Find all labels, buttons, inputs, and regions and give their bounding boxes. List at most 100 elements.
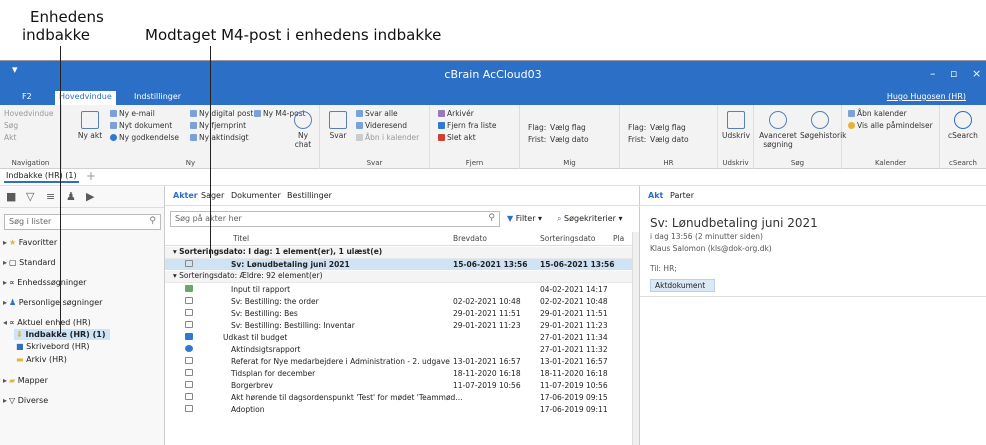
group-csearch: cSearch cSearch: [940, 105, 986, 169]
tab-f2[interactable]: F2: [18, 91, 36, 102]
tab-akter[interactable]: Akter: [173, 191, 198, 200]
list-row[interactable]: Udkast til budget 27-01-2021 11:34: [165, 332, 635, 343]
list-icon[interactable]: ≡: [46, 190, 55, 203]
search-criteria-button[interactable]: ⌕ Søgekriterier ▾: [557, 214, 623, 224]
ny-email-button[interactable]: Ny e-mail: [110, 109, 155, 118]
group-label-fjern: Fjern: [465, 159, 484, 167]
vis-alle-pamindelser-button[interactable]: Vis alle påmindelser: [848, 121, 933, 130]
list-search-input[interactable]: Søg i lister ⚲: [4, 214, 161, 230]
list-row[interactable]: Akt hørende til dagsordenspunkt 'Test' f…: [165, 392, 635, 403]
abn-kalender-button[interactable]: Åbn kalender: [848, 109, 907, 118]
csearch-button[interactable]: cSearch: [946, 111, 980, 140]
nav-favoritter[interactable]: ▸ ★ Favoritter: [3, 238, 57, 247]
ny-chat-button[interactable]: Ny chat: [290, 111, 316, 149]
nav-diverse[interactable]: ▸ ▽ Diverse: [3, 396, 48, 405]
annotation-unit-inbox-line2: indbakke: [22, 26, 90, 44]
group-row-older[interactable]: ▾ Sorteringsdato: Ældre: 92 element(er): [165, 271, 635, 283]
ny-godkendelse-button[interactable]: Ny godkendelse: [110, 133, 179, 142]
tab-akt[interactable]: Akt: [648, 191, 663, 200]
arkiver-button[interactable]: Arkivér: [438, 109, 474, 118]
nav-hovedvindue[interactable]: Hovedvindue: [4, 109, 53, 118]
list-row[interactable]: Referat for Nye medarbejdere i Administr…: [165, 356, 635, 367]
group-label-navigation: Navigation: [11, 159, 50, 167]
nav-enhedssogninger[interactable]: ▸ ∝ Enhedssøgninger: [3, 278, 86, 287]
tab-dokumenter[interactable]: Dokumenter: [231, 191, 281, 200]
group-label-hr: HR: [663, 159, 674, 167]
calendar-icon: [848, 110, 855, 117]
nav-arkiv-hr[interactable]: ▬ Arkiv (HR): [16, 355, 67, 364]
ny-fjernprint-button[interactable]: Ny fjernprint: [190, 121, 246, 130]
group-hr: Flag: Vælg flag Frist: Vælg dato HR: [620, 105, 718, 169]
slet-akt-button[interactable]: Slet akt: [438, 133, 476, 142]
close-icon[interactable]: ×: [972, 67, 981, 80]
udskriv-button[interactable]: Udskriv: [722, 111, 750, 140]
nav-indbakke-hr[interactable]: ⬇ Indbakke (HR) (1): [14, 329, 110, 340]
mig-flag-dropdown[interactable]: Vælg flag: [550, 123, 586, 132]
add-tab-icon[interactable]: +: [86, 169, 96, 183]
list-scrollbar[interactable]: [632, 232, 639, 445]
calendar-icon: [356, 134, 363, 141]
nav-skrivebord-hr[interactable]: ■ Skrivebord (HR): [16, 342, 90, 351]
group-row-today[interactable]: ▾ Sorteringsdato: I dag: 1 element(er), …: [165, 247, 635, 259]
preview-from[interactable]: Klaus Salomon (kls@dok-org.dk): [650, 244, 772, 253]
folder-icon: ▰: [9, 376, 16, 385]
tab-hovedvindue[interactable]: Hovedvindue: [55, 91, 116, 105]
hr-frist-picker[interactable]: Vælg dato: [650, 135, 689, 144]
export-icon[interactable]: ▶: [86, 190, 94, 203]
list-row-selected[interactable]: Sv: Lønudbetaling juni 2021 15-06-2021 13…: [165, 259, 635, 270]
filter-icon[interactable]: ▽: [26, 190, 34, 203]
preview-scrollbar[interactable]: [974, 326, 986, 445]
sogehistorik-button[interactable]: Søgehistorik: [800, 111, 847, 140]
tab-indbakke-hr[interactable]: Indbakke (HR) (1): [4, 171, 79, 183]
col-brevdato[interactable]: Brevdato: [453, 234, 487, 243]
ny-aktindsigt-button[interactable]: Ny aktindsigt: [190, 133, 249, 142]
nav-akt[interactable]: Akt: [4, 133, 16, 142]
filter-button[interactable]: ▼ Filter ▾: [507, 214, 542, 223]
avanceret-sogning-button[interactable]: Avanceret søgning: [758, 111, 798, 149]
col-titel[interactable]: Titel: [233, 234, 249, 243]
list-row[interactable]: Aktindsigtsrapport 27-01-2021 11:32: [165, 344, 635, 355]
nav-aktuel-enhed[interactable]: ◂ ∝ Aktuel enhed (HR): [3, 318, 91, 327]
akter-search-input[interactable]: Søg på akter her ⚲: [170, 211, 500, 227]
hr-flag-dropdown[interactable]: Vælg flag: [650, 123, 686, 132]
col-pla[interactable]: Pla: [613, 234, 624, 243]
svar-alle-button[interactable]: Svar alle: [356, 109, 398, 118]
list-row[interactable]: Sv: Bestilling: Bes 29-01-2021 11:51 29-01…: [165, 308, 635, 319]
svar-button[interactable]: Svar: [326, 111, 350, 140]
nav-sog[interactable]: Søg: [4, 121, 18, 130]
nav-standard[interactable]: ▸ ▢ Standard: [3, 258, 56, 267]
list-row[interactable]: Sv: Bestilling: Bestilling: Inventar 29-0…: [165, 320, 635, 331]
abn-i-kalender-button[interactable]: Åbn i kalender: [356, 133, 419, 142]
criteria-icon: ⌕: [557, 214, 562, 223]
unit-icon: ∝: [9, 318, 15, 327]
list-row[interactable]: Borgerbrev 11-07-2019 10:56 11-07-2019 10:…: [165, 380, 635, 391]
minimize-icon[interactable]: –: [930, 67, 936, 80]
user-link[interactable]: Hugo Hugosen (HR): [887, 92, 966, 101]
users-icon[interactable]: ♟: [66, 190, 76, 203]
maximize-icon[interactable]: ▫: [950, 67, 957, 80]
list-row[interactable]: Adoption 17-06-2019 09:11: [165, 404, 635, 415]
tab-bestillinger[interactable]: Bestillinger: [287, 191, 332, 200]
group-label-mig: Mig: [563, 159, 576, 167]
nyt-dokument-button[interactable]: Nyt dokument: [110, 121, 172, 130]
aktindsigt-icon: [190, 134, 197, 141]
col-sorteringsdato[interactable]: Sorteringsdato: [540, 234, 595, 243]
mig-frist-picker[interactable]: Vælg dato: [550, 135, 589, 144]
tab-sager[interactable]: Sager: [201, 191, 224, 200]
aktdokument-button[interactable]: Aktdokument: [650, 279, 715, 292]
search-icon: ⚲: [149, 216, 156, 226]
tab-parter[interactable]: Parter: [670, 191, 694, 200]
ny-akt-button[interactable]: Ny akt: [76, 111, 104, 140]
ny-digital-post-button[interactable]: Ny digital post: [190, 109, 253, 118]
list-row[interactable]: Sv: Bestilling: the order 02-02-2021 10:4…: [165, 296, 635, 307]
list-row[interactable]: Input til rapport 04-02-2021 14:17: [165, 284, 635, 295]
fjern-fra-liste-button[interactable]: Fjern fra liste: [438, 121, 496, 130]
new-list-icon[interactable]: ■: [6, 190, 16, 203]
videresend-button[interactable]: Videresend: [356, 121, 407, 130]
list-row[interactable]: Tidsplan for december 18-11-2020 16:18 18-…: [165, 368, 635, 379]
nav-personlige-sogninger[interactable]: ▸ ♟ Personlige søgninger: [3, 298, 102, 307]
chevron-right-icon: ▸: [3, 298, 8, 307]
divider: [640, 296, 986, 297]
tab-indstillinger[interactable]: Indstillinger: [130, 91, 185, 102]
nav-mapper[interactable]: ▸ ▰ Mapper: [3, 376, 48, 385]
